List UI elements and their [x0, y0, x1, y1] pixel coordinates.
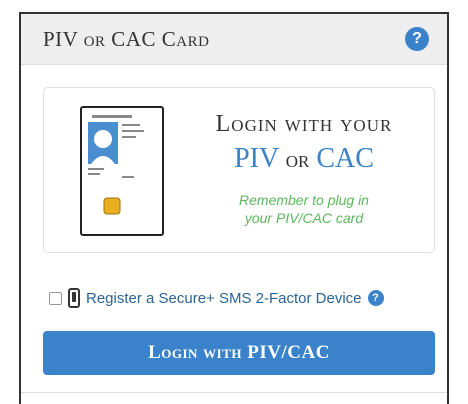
panel-header: PIV or CAC Card ? — [21, 14, 447, 65]
id-card-icon — [80, 106, 164, 236]
or-text: or — [285, 147, 310, 173]
panel-title: PIV or CAC Card — [43, 27, 210, 51]
sms-label[interactable]: Register a Secure+ SMS 2-Factor Device — [86, 290, 362, 307]
sms-device-row: Register a Secure+ SMS 2-Factor Device ? — [49, 286, 384, 310]
help-icon[interactable]: ? — [405, 27, 429, 51]
divider — [21, 392, 447, 393]
reminder-text: Remember to plug in your PIV/CAC card — [184, 191, 424, 227]
piv-cac-panel: PIV or CAC Card ? Login with your PIV or… — [19, 12, 449, 404]
login-text: Login with your PIV or CAC Remember to p… — [184, 110, 424, 227]
login-with-your-text: Login with your — [215, 111, 393, 137]
sms-help-icon[interactable]: ? — [367, 290, 384, 306]
reminder-line-1: Remember to plug in — [239, 192, 369, 208]
sms-checkbox[interactable] — [49, 291, 62, 305]
cac-text: CAC — [316, 143, 374, 174]
piv-or-cac-text: PIV or CAC — [184, 142, 424, 177]
login-piv-cac-button[interactable]: Login with PIV/CAC — [43, 331, 435, 375]
phone-icon — [68, 288, 80, 308]
reminder-line-2: your PIV/CAC card — [244, 210, 364, 226]
piv-cac-info-box: Login with your PIV or CAC Remember to p… — [43, 87, 435, 253]
piv-text: PIV — [234, 143, 279, 174]
